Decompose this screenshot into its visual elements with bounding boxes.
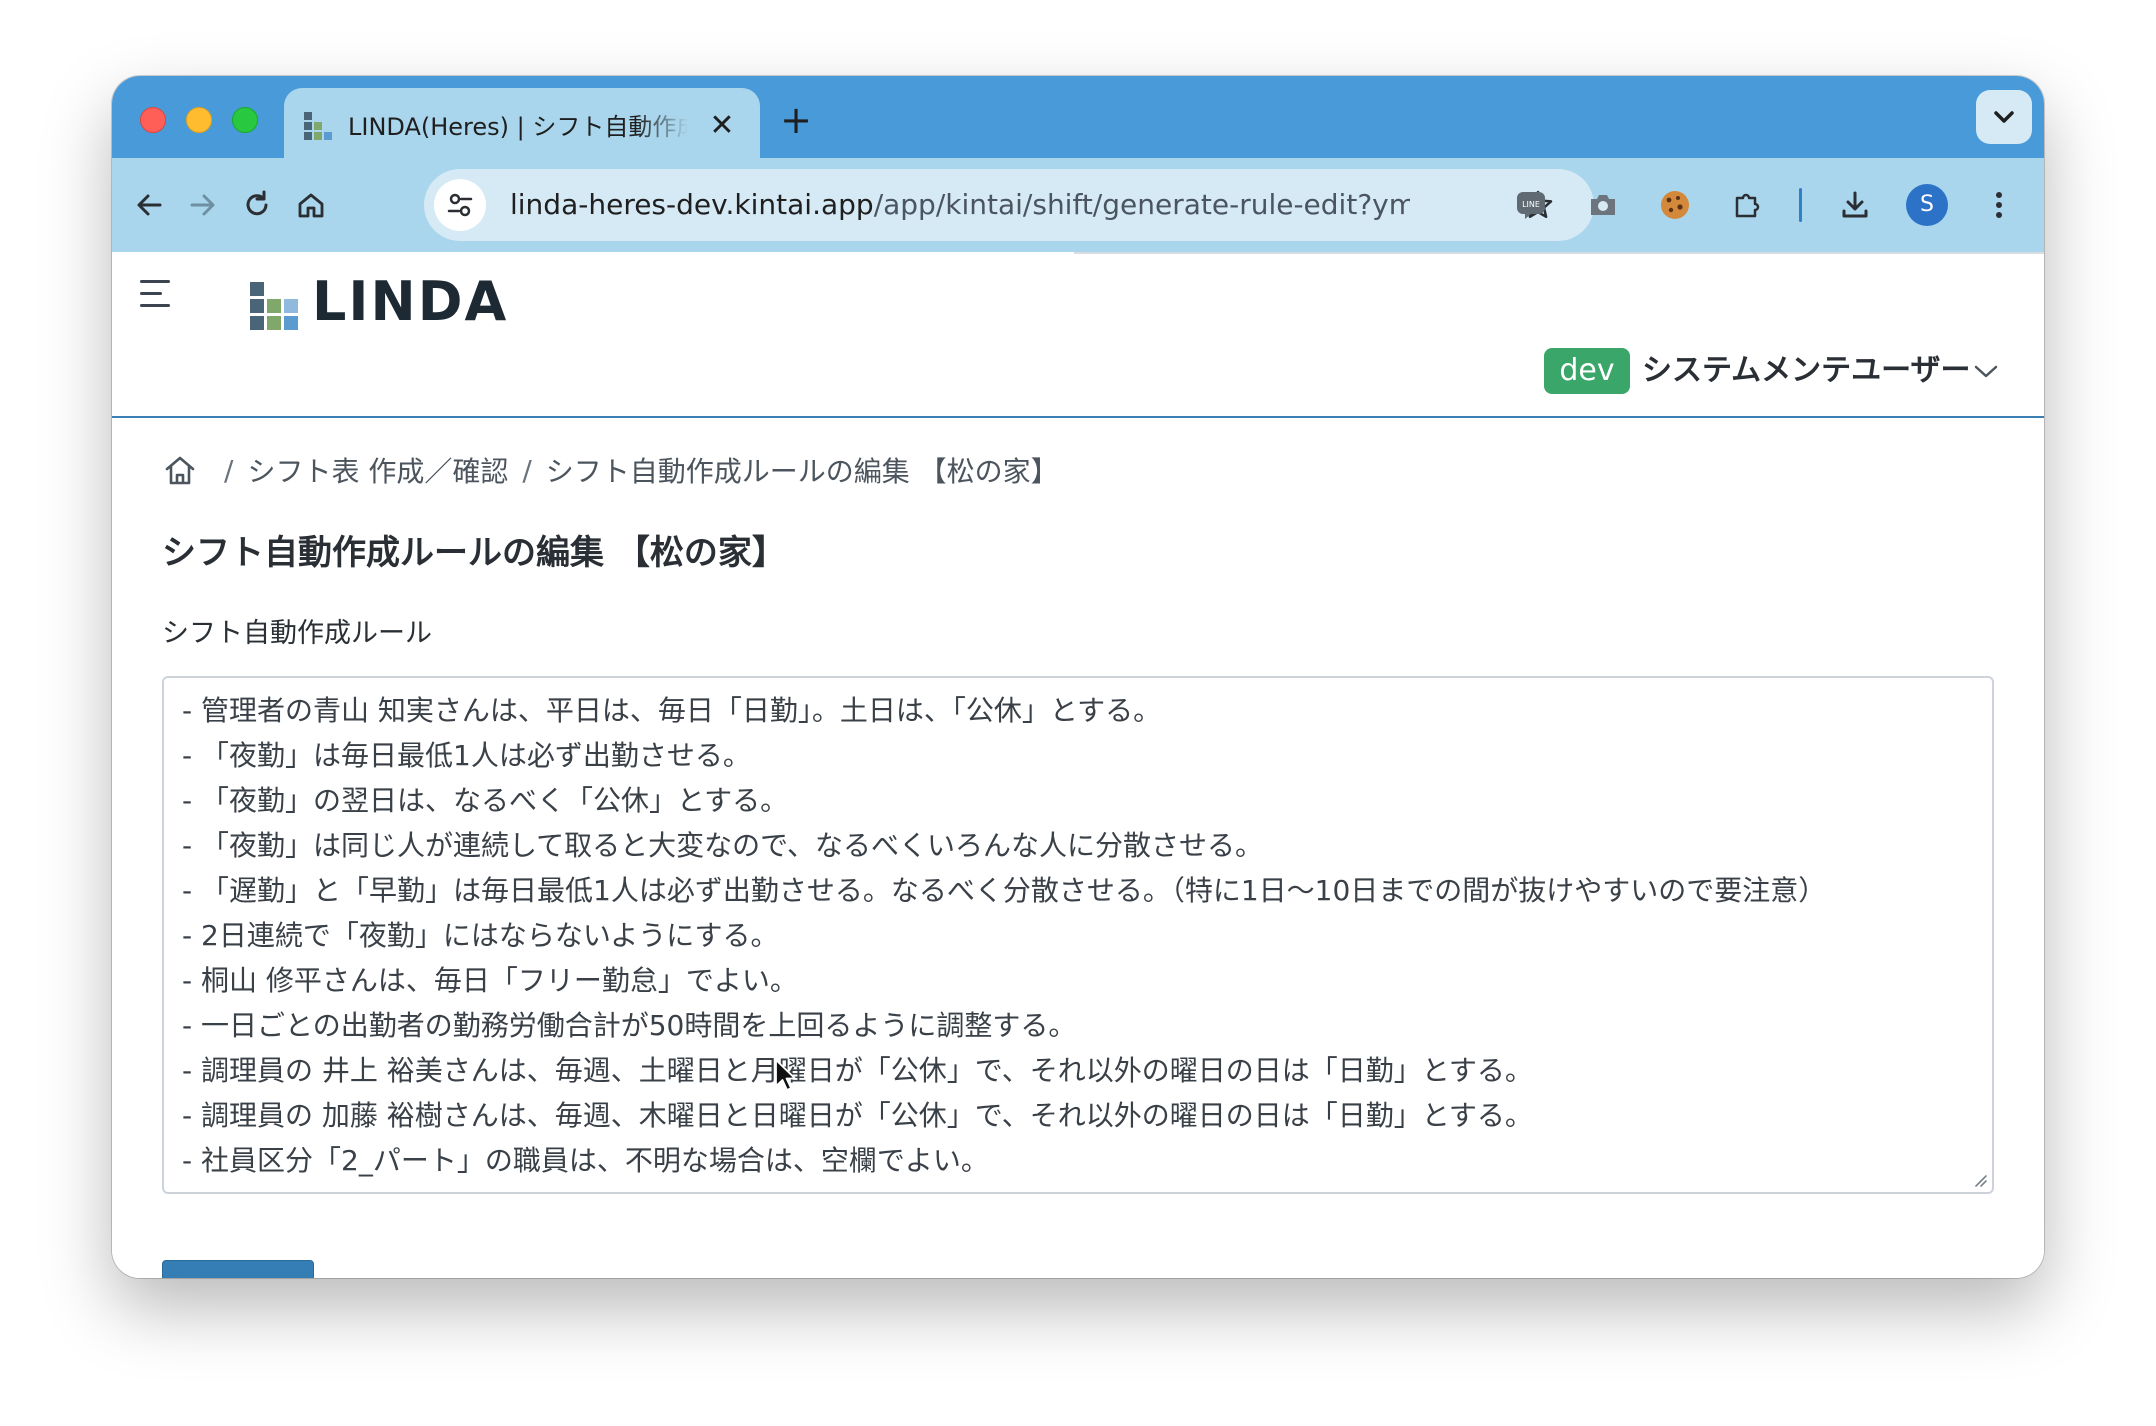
close-window-button[interactable] [140,107,166,133]
rules-field-label: シフト自動作成ルール [162,618,432,649]
hamburger-menu-button[interactable] [138,276,178,312]
downloads-button[interactable] [1830,180,1880,230]
tab-title: LINDA(Heres) | シフト自動作成 [348,113,688,141]
browser-toolbar: linda-heres-dev.kintai.app/app/kintai/sh… [112,158,2044,252]
screenshot-extension-button[interactable] [1578,180,1628,230]
back-button[interactable] [124,180,174,230]
browser-menu-button[interactable] [1974,180,2024,230]
chevron-down-icon [1994,111,2014,123]
download-icon [1842,191,1868,218]
back-icon [137,194,162,216]
line-icon: LINE [1517,192,1545,219]
browser-window: LINDA(Heres) | シフト自動作成 ✕ + linda-heres-d… [112,76,2044,1278]
breadcrumb: / シフト表 作成／確認 / シフト自動作成ルールの編集 【松の家】 [162,450,1059,490]
home-icon [298,193,324,218]
linda-favicon-icon [304,112,332,140]
toolbar-divider [1799,188,1802,222]
svg-text:LINE: LINE [1522,200,1540,209]
rule-line: - 「遅勤」と「早勤」は毎日最低1人は必ず出勤させる。なるべく分散させる。（特に… [182,874,1827,907]
tab-strip: LINDA(Heres) | シフト自動作成 ✕ + [112,76,2044,160]
rule-line: - 2日連続で「夜勤」にはならないようにする。 [182,919,779,952]
logo-text: LINDA [312,270,509,333]
rule-line: - 一日ごとの出勤者の勤務労働合計が50時間を上回るように調整する。 [182,1009,1077,1042]
tab-search-button[interactable] [1976,90,2032,144]
address-bar[interactable]: linda-heres-dev.kintai.app/app/kintai/sh… [424,169,1594,241]
new-tab-button[interactable]: + [774,98,818,142]
puzzle-icon [1735,193,1760,218]
url-text[interactable]: linda-heres-dev.kintai.app/app/kintai/sh… [510,187,1410,223]
menu-dots-icon [1996,192,2002,218]
url-path: /app/kintai/shift/generate-rule-edit?ym.… [873,188,1410,221]
minimize-window-button[interactable] [186,107,212,133]
profile-avatar[interactable]: S [1906,184,1948,226]
header-divider [1074,252,2044,254]
rule-line: - 社員区分「2_パート」の職員は、不明な場合は、空欄でよい。 [182,1144,989,1177]
chevron-down-icon[interactable] [1972,362,2000,382]
linda-logo[interactable]: LINDA [250,272,530,332]
rule-line: - 「夜勤」の翌日は、なるべく「公休」とする。 [182,784,789,817]
breadcrumb-separator: / [522,453,532,487]
forward-icon [190,194,215,216]
user-menu-name[interactable]: システムメンテユーザー [1642,348,1971,394]
url-host: linda-heres-dev.kintai.app [510,188,874,221]
site-info-button[interactable] [434,179,486,231]
line-extension-button[interactable]: LINE [1506,180,1556,230]
tune-icon [447,193,473,217]
camera-icon [1591,195,1615,215]
rule-line: - 調理員の 井上 裕美さんは、毎週、土曜日と月曜日が「公休」で、それ以外の曜日… [182,1054,1533,1087]
cookie-extension-button[interactable] [1650,180,1700,230]
rule-line: - 「夜勤」は同じ人が連続して取ると大変なので、なるべくいろんな人に分散させる。 [182,829,1264,862]
cookie-icon [1661,191,1689,219]
extensions-button[interactable] [1722,180,1772,230]
rules-textarea[interactable]: - 管理者の青山 知実さんは、平日は、毎日「日勤」。土日は、「公休」とする。 -… [162,676,1994,1194]
reload-button[interactable] [232,180,282,230]
home-button[interactable] [286,180,336,230]
rule-line: - 「夜勤」は毎日最低1人は必ず出勤させる。 [182,739,751,772]
active-tab[interactable]: LINDA(Heres) | シフト自動作成 ✕ [284,88,760,160]
app-header: LINDA dev システムメンテユーザー [112,252,2044,418]
forward-button[interactable] [178,180,228,230]
breadcrumb-item-shift-table[interactable]: シフト表 作成／確認 [247,450,508,490]
resize-handle-icon[interactable] [1970,1170,1988,1188]
env-badge: dev [1544,348,1630,394]
main-content: / シフト表 作成／確認 / シフト自動作成ルールの編集 【松の家】 シフト自動… [112,418,2044,1278]
rule-line: - 桐山 修平さんは、毎日「フリー勤怠」でよい。 [182,964,798,997]
reload-icon [246,190,268,216]
breadcrumb-item-current: シフト自動作成ルールの編集 【松の家】 [545,455,1059,488]
update-button-label: 更新 [227,1275,287,1278]
page-title: シフト自動作成ルールの編集 【松の家】 [162,533,786,573]
rule-line: - 管理者の青山 知実さんは、平日は、毎日「日勤」。土日は、「公休」とする。 [182,694,1162,727]
update-button[interactable]: 更新 [162,1260,314,1278]
logo-mark-icon [250,282,298,330]
mouse-cursor-icon [775,1059,796,1091]
zoom-window-button[interactable] [232,107,258,133]
tab-close-icon[interactable]: ✕ [704,108,740,144]
breadcrumb-separator: / [224,453,234,487]
home-icon[interactable] [162,452,198,488]
rule-line: - 調理員の 加藤 裕樹さんは、毎週、木曜日と日曜日が「公休」で、それ以外の曜日… [182,1099,1533,1132]
